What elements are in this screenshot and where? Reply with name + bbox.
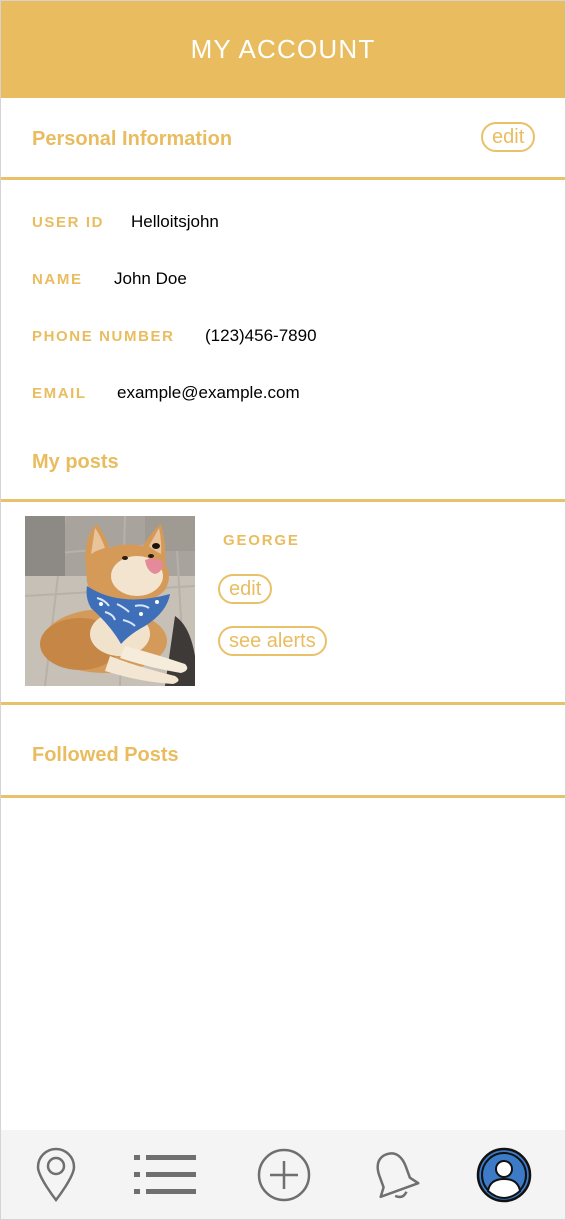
edit-post-button[interactable]: edit (218, 574, 273, 604)
account-screen: MY ACCOUNT Personal Information edit USE… (0, 0, 566, 1220)
nav-alerts-button[interactable] (354, 1130, 434, 1219)
list-icon (134, 1154, 196, 1194)
bell-icon (376, 1151, 420, 1198)
personal-info-title: Personal Information (32, 128, 233, 150)
page-title: MY ACCOUNT (190, 34, 376, 64)
map-pin-icon (36, 1147, 76, 1202)
name-label: NAME (32, 271, 83, 288)
nav-map-button[interactable] (16, 1130, 96, 1219)
user-id-value: Helloitsjohn (131, 212, 219, 231)
email-value: example@example.com (117, 383, 300, 402)
my-posts-title: My posts (32, 451, 119, 473)
email-label: EMAIL (32, 385, 87, 402)
see-alerts-button[interactable]: see alerts (218, 626, 327, 656)
bottom-nav (1, 1130, 565, 1219)
phone-number-label: PHONE NUMBER (32, 328, 175, 345)
plus-circle-icon (257, 1148, 311, 1201)
post-photo[interactable] (25, 516, 195, 686)
edit-personal-info-button[interactable]: edit (481, 122, 536, 152)
account-icon (476, 1147, 532, 1202)
phone-number-value: (123)456-7890 (205, 326, 317, 345)
divider (1, 177, 565, 180)
nav-list-button[interactable] (125, 1130, 205, 1219)
user-id-label: USER ID (32, 214, 105, 231)
followed-posts-title: Followed Posts (32, 744, 179, 766)
dog-photo-image (25, 516, 195, 686)
nav-account-button[interactable] (464, 1130, 544, 1219)
post-title: GEORGE (223, 532, 300, 549)
name-value: John Doe (114, 269, 187, 288)
divider (1, 795, 565, 798)
divider (1, 499, 565, 502)
divider (1, 702, 565, 705)
nav-add-button[interactable] (244, 1130, 324, 1219)
app-header: MY ACCOUNT (1, 1, 565, 98)
